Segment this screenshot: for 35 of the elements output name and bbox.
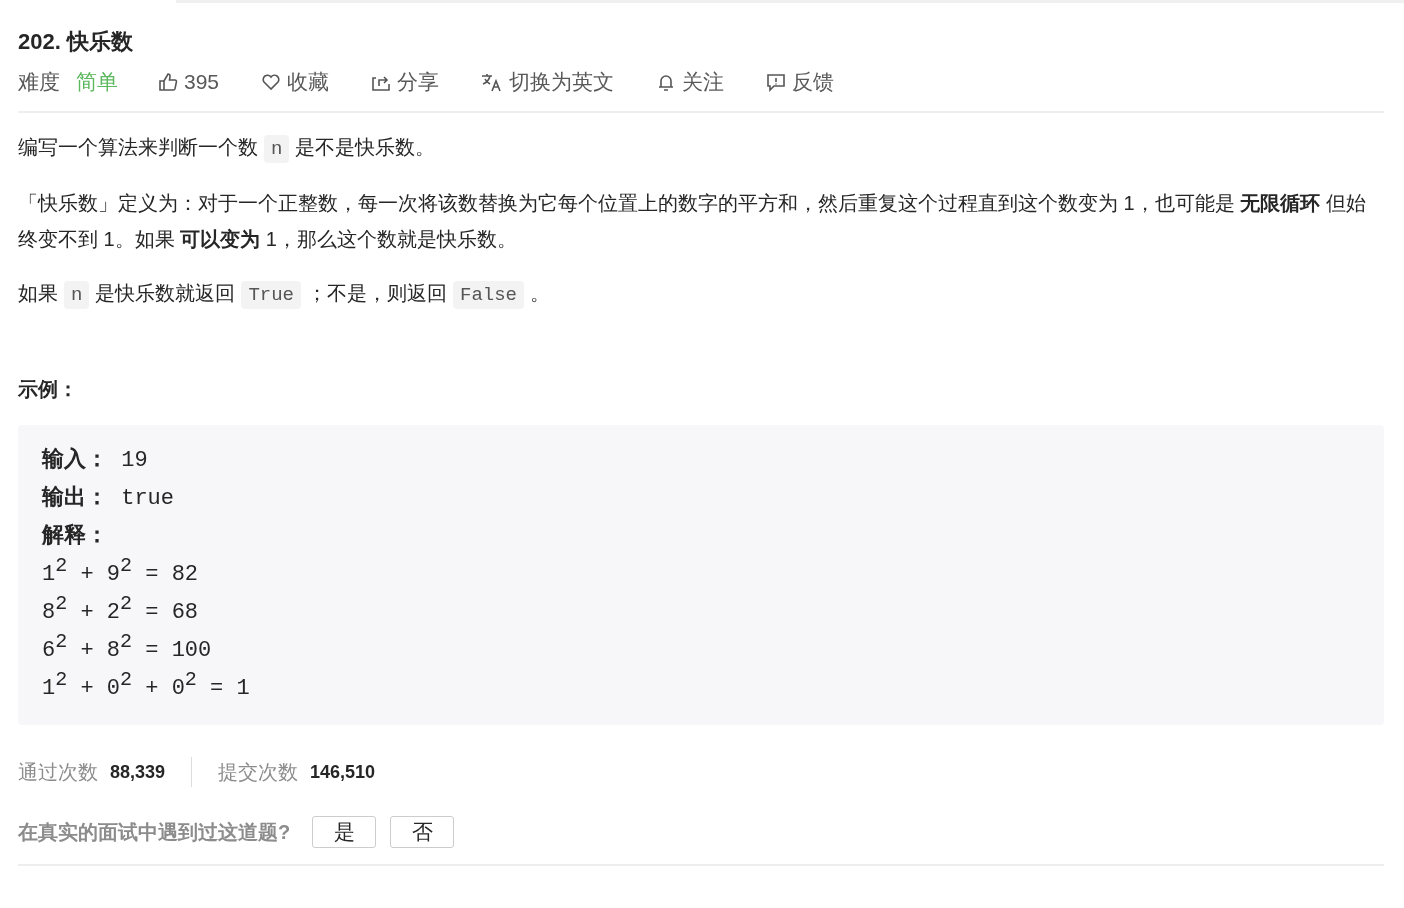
inline-code: True — [241, 281, 301, 309]
paragraph-text: 编写一个算法来判断一个数 — [18, 136, 258, 158]
heart-icon — [261, 72, 282, 92]
stat-label: 通过次数 — [18, 759, 98, 785]
thumbs-up-icon — [158, 72, 178, 92]
paragraph-text: 。 — [530, 282, 551, 304]
inline-code: n — [264, 135, 290, 163]
problem-title: 202. 快乐数 — [18, 29, 134, 55]
example-line: 解释： — [42, 522, 109, 551]
paragraph-text: ；不是，则返回 — [307, 282, 447, 304]
inline-code: n — [64, 281, 90, 309]
like-button[interactable]: 395 — [158, 70, 220, 94]
difficulty-label: 难度 — [18, 69, 60, 95]
feedback-icon — [766, 72, 787, 92]
stat-value: 146,510 — [310, 761, 376, 783]
answer-button[interactable]: 否 — [390, 816, 455, 848]
difficulty-value: 简单 — [76, 69, 118, 95]
follow-button[interactable]: 关注 — [656, 68, 725, 96]
example-line: 输入： 19 — [42, 446, 149, 475]
favorite-button[interactable]: 收藏 — [261, 68, 330, 96]
paragraph-text: 是快乐数就返回 — [95, 282, 236, 304]
example-line: 输出： true — [42, 484, 175, 513]
stat-value: 88,339 — [110, 761, 166, 783]
paragraph-text: 「快乐数」定义为：对于一个正整数，每一次将该数替换为它每个位置上的数字的平方和，然后重复这个过程直到这个数变为 1，也可能是 无限循环 但始终变不到 1。如果 可以变为 1，那么这个数就是快乐数。 — [18, 192, 1366, 250]
translate-button[interactable]: 切换为英文 — [481, 68, 615, 96]
inline-code: False — [453, 281, 525, 309]
translate-icon — [481, 72, 504, 92]
feedback-button[interactable]: 反馈 — [766, 68, 835, 96]
paragraph-text: 是不是快乐数。 — [295, 136, 436, 158]
stat-label: 提交次数 — [218, 759, 299, 785]
example-heading: 示例： — [18, 377, 79, 402]
share-button[interactable]: 分享 — [371, 68, 440, 96]
answer-button[interactable]: 是 — [312, 816, 377, 848]
paragraph-text: 如果 — [18, 282, 58, 304]
interview-question: 在真实的面试中遇到过这道题? — [18, 819, 291, 845]
